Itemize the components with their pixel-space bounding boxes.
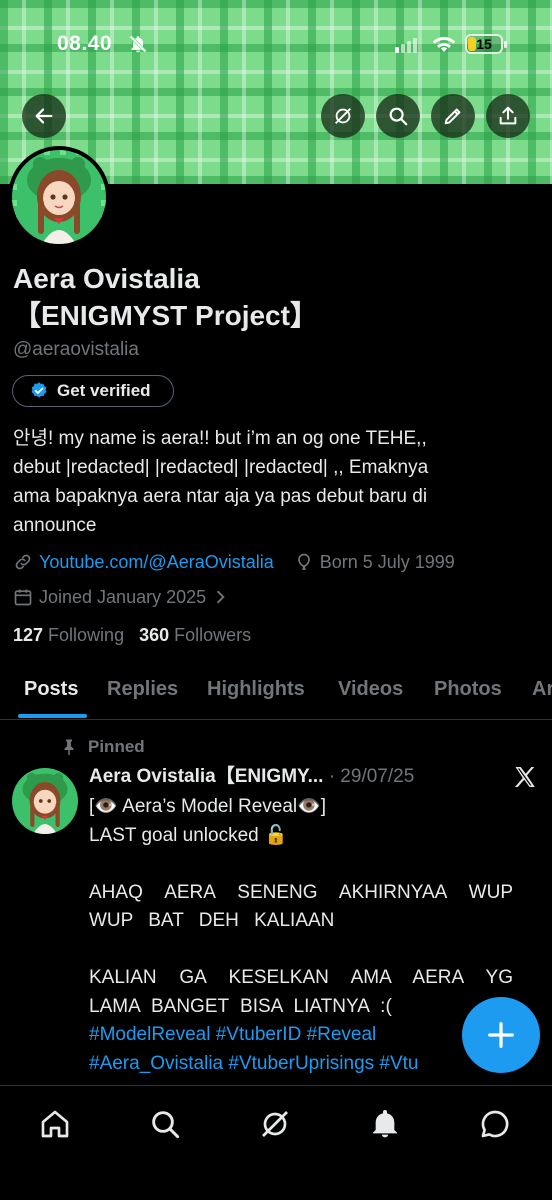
plus-icon: [488, 1022, 514, 1048]
tab-highlights[interactable]: Highlights: [207, 678, 305, 701]
profile-avatar[interactable]: [8, 146, 110, 248]
post-date[interactable]: · 29/07/25: [329, 766, 415, 787]
post-line: AHAQ AERA SENENG AKHIRNYAA WUP: [89, 881, 513, 903]
calendar-icon: [14, 589, 32, 606]
get-verified-button[interactable]: Get verified: [12, 375, 174, 407]
nav-notifications[interactable]: [365, 1104, 405, 1144]
search-nav-icon: [152, 1111, 180, 1139]
balloon-icon: [297, 553, 310, 570]
tab-videos[interactable]: Videos: [338, 678, 403, 701]
compose-post-button[interactable]: [462, 997, 540, 1073]
bio-line: 안녕! my name is aera!! but i’m an og one …: [13, 428, 427, 449]
profile-name-line2: 【ENIGMYST Project】: [13, 300, 318, 331]
profile-name: Aera Ovistalia 【ENIGMYST Project】: [13, 260, 318, 334]
post-text: [👁️ Aera’s Model Reveal👁️] LAST goal unl…: [89, 793, 513, 1078]
status-time: 08.40: [57, 32, 113, 55]
nav-home[interactable]: [35, 1104, 75, 1144]
profile-meta-row: Youtube.com/@AeraOvistalia Born 5 July 1…: [13, 549, 455, 575]
grok-nav-icon: [262, 1111, 288, 1137]
tab-posts[interactable]: Posts: [24, 678, 78, 701]
nav-grok[interactable]: [255, 1104, 295, 1144]
post-author-name[interactable]: Aera Ovistalia【ENIGMY...: [89, 766, 323, 787]
nav-search[interactable]: [145, 1104, 185, 1144]
bio-line: announce: [13, 515, 97, 536]
post-author-avatar[interactable]: [12, 768, 78, 834]
post-hashtags[interactable]: #Aera_Ovistalia #VtuberUprisings #Vtu: [89, 1050, 513, 1079]
grok-button[interactable]: [321, 94, 365, 138]
tab-photos[interactable]: Photos: [434, 678, 502, 701]
avatar-illustration: [12, 150, 106, 244]
following-link[interactable]: 127 Following: [13, 625, 124, 646]
tab-articles[interactable]: Ar: [532, 678, 552, 701]
status-bar: 08.40 15: [0, 28, 552, 62]
profile-handle: @aeraovistalia: [13, 339, 139, 360]
followers-count: 360: [139, 625, 170, 645]
following-label: Following: [48, 625, 125, 645]
share-button[interactable]: [486, 94, 530, 138]
pin-icon: [64, 739, 74, 756]
profile-bio: 안녕! my name is aera!! but i’m an og one …: [13, 424, 543, 540]
back-button[interactable]: [22, 94, 66, 138]
post-line: [👁️ Aera’s Model Reveal👁️]: [89, 796, 327, 817]
search-icon: [389, 107, 408, 126]
pinned-indicator: Pinned: [60, 737, 145, 757]
post-header: Aera Ovistalia【ENIGMY... · 29/07/25: [89, 764, 414, 790]
post-line: WUP BAT DEH KALIAAN: [89, 910, 335, 931]
wifi-icon: [432, 36, 456, 52]
home-icon: [41, 1110, 69, 1138]
messages-icon: [481, 1110, 509, 1138]
edit-profile-button[interactable]: [431, 94, 475, 138]
pinned-label: Pinned: [88, 737, 145, 756]
bio-line: ama bapaknya aera ntar aja ya pas debut …: [13, 486, 428, 507]
avatar-illustration: [12, 768, 78, 834]
search-button[interactable]: [376, 94, 420, 138]
bell-muted-icon: [129, 35, 147, 53]
post-line: LAST goal unlocked 🔓: [89, 824, 288, 846]
post-hashtags[interactable]: #ModelReveal #VtuberID #Reveal: [89, 1021, 513, 1050]
back-arrow-icon: [35, 108, 53, 124]
signal-icon: [395, 38, 417, 53]
post-line: [89, 936, 513, 965]
battery-percent: 15: [476, 36, 492, 52]
grok-icon: [335, 108, 351, 124]
followers-label: Followers: [174, 625, 252, 645]
profile-tabs: Posts Replies Highlights Videos Photos A…: [0, 670, 552, 720]
joined-row[interactable]: Joined January 2025: [13, 584, 236, 610]
following-count: 127: [13, 625, 44, 645]
x-logo-icon[interactable]: [513, 765, 537, 789]
followers-link[interactable]: 360 Followers: [139, 625, 251, 646]
battery-indicator: 15: [465, 34, 507, 54]
profile-name-line1: Aera Ovistalia: [13, 263, 200, 294]
link-icon: [15, 554, 31, 570]
follow-stats: 127 Following 360 Followers: [13, 625, 251, 646]
verified-badge-icon: [31, 382, 47, 398]
birthday-text: Born 5 July 1999: [319, 551, 455, 572]
notifications-icon: [373, 1110, 397, 1138]
website-link[interactable]: Youtube.com/@AeraOvistalia: [39, 552, 274, 573]
share-icon: [499, 106, 517, 125]
nav-messages[interactable]: [475, 1104, 515, 1144]
post-line: KALIAN GA KESELKAN AMA AERA YG: [89, 967, 513, 988]
get-verified-label: Get verified: [57, 381, 151, 400]
chevron-right-icon: [216, 590, 225, 604]
bio-line: debut |redacted| |redacted| |redacted| ,…: [13, 457, 429, 478]
tab-replies[interactable]: Replies: [107, 678, 178, 701]
active-tab-indicator: [18, 714, 87, 718]
post-line: [89, 850, 513, 879]
joined-text: Joined January 2025: [39, 586, 207, 607]
bottom-navigation: [0, 1085, 552, 1200]
edit-icon: [444, 108, 461, 125]
post-line: LAMA BANGET BISA LIATNYA :(: [89, 995, 392, 1017]
